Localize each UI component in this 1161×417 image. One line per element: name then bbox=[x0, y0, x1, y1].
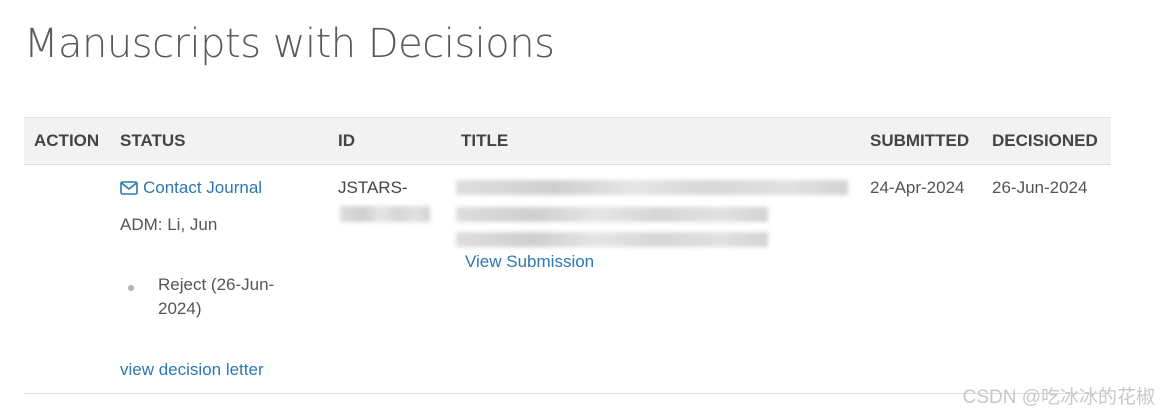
column-header-submitted: SUBMITTED bbox=[870, 131, 970, 150]
envelope-icon bbox=[120, 181, 138, 195]
bullet-icon bbox=[128, 285, 134, 291]
admin-name: ADM: Li, Jun bbox=[120, 215, 218, 234]
status-list: Reject (26-Jun-2024) bbox=[128, 273, 288, 321]
redacted-title-line bbox=[456, 180, 848, 195]
view-decision-letter-link[interactable]: view decision letter bbox=[120, 360, 264, 380]
column-header-action: ACTION bbox=[34, 131, 100, 150]
decisioned-date: 26-Jun-2024 bbox=[992, 178, 1088, 197]
status-item: Reject (26-Jun-2024) bbox=[158, 275, 275, 318]
column-header-status: STATUS bbox=[120, 131, 186, 150]
manuscripts-page: Manuscripts with Decisions ACTION STATUS… bbox=[0, 0, 1161, 417]
manuscript-id: JSTARS- bbox=[338, 178, 408, 197]
watermark: CSDN @吃冰冰的花椒 bbox=[962, 387, 1155, 408]
column-header-decisioned: DECISIONED bbox=[992, 131, 1098, 150]
table-row: Contact Journal ADM: Li, Jun Reject (26-… bbox=[24, 165, 1111, 394]
column-header-title: TITLE bbox=[461, 131, 509, 150]
table-header: ACTION STATUS ID TITLE SUBMITTED DECISIO… bbox=[24, 117, 1111, 165]
view-submission-link[interactable]: View Submission bbox=[465, 252, 594, 272]
manuscripts-table: ACTION STATUS ID TITLE SUBMITTED DECISIO… bbox=[24, 117, 1111, 394]
redacted-title-line bbox=[456, 232, 768, 247]
contact-journal-link[interactable]: Contact Journal bbox=[120, 178, 262, 198]
redacted-title-line bbox=[456, 207, 768, 222]
column-header-id: ID bbox=[338, 131, 355, 150]
redacted-id bbox=[340, 206, 430, 222]
page-title: Manuscripts with Decisions bbox=[24, 21, 555, 67]
contact-journal-label[interactable]: Contact Journal bbox=[143, 178, 262, 198]
submitted-date: 24-Apr-2024 bbox=[870, 178, 965, 197]
